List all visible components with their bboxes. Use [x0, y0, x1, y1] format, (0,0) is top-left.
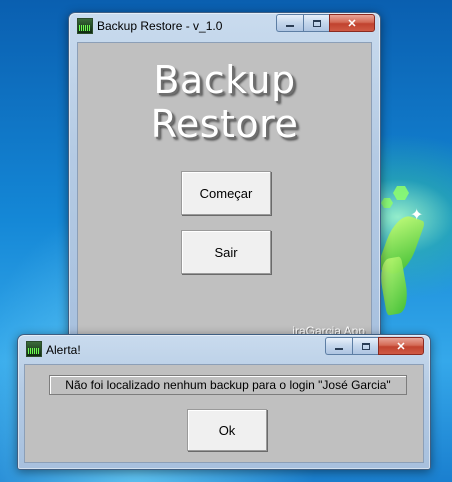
alert-dialog: Alerta! ✕ Não foi localizado nenhum back… [17, 334, 431, 470]
minimize-icon [335, 348, 343, 350]
main-window: Backup Restore - v_1.0 ✕ Backup Restore … [68, 12, 381, 352]
close-icon: ✕ [396, 340, 406, 353]
equalizer-app-icon[interactable] [77, 18, 93, 34]
equalizer-app-icon[interactable] [26, 341, 42, 357]
alert-message: Não foi localizado nenhum backup para o … [49, 375, 407, 395]
close-button[interactable]: ✕ [329, 14, 375, 32]
main-titlebar[interactable]: Backup Restore - v_1.0 ✕ [69, 13, 380, 37]
close-icon: ✕ [347, 17, 357, 30]
main-caption-buttons: ✕ [276, 14, 375, 32]
main-client-area: Backup Restore Começar Sair jraGarcia Ap… [77, 42, 372, 343]
minimize-icon [286, 25, 294, 27]
minimize-button[interactable] [276, 14, 303, 32]
main-window-title: Backup Restore - v_1.0 [97, 19, 223, 33]
desktop-hex-decor [393, 186, 409, 200]
alert-maximize-button[interactable] [352, 337, 378, 355]
maximize-icon [361, 342, 370, 350]
ok-button[interactable]: Ok [187, 409, 267, 451]
alert-titlebar[interactable]: Alerta! ✕ [18, 335, 430, 359]
alert-caption-buttons: ✕ [325, 337, 424, 355]
alert-title: Alerta! [46, 343, 81, 357]
start-button[interactable]: Começar [181, 171, 271, 215]
maximize-button[interactable] [303, 14, 329, 32]
maximize-icon [312, 19, 321, 27]
alert-minimize-button[interactable] [325, 337, 352, 355]
desktop-hex-decor [381, 198, 393, 208]
alert-client-area: Não foi localizado nenhum backup para o … [24, 364, 424, 463]
app-heading: Backup Restore [150, 58, 299, 146]
butterfly-icon: ✦ [410, 207, 424, 224]
alert-close-button[interactable]: ✕ [378, 337, 424, 355]
exit-button[interactable]: Sair [181, 230, 271, 274]
